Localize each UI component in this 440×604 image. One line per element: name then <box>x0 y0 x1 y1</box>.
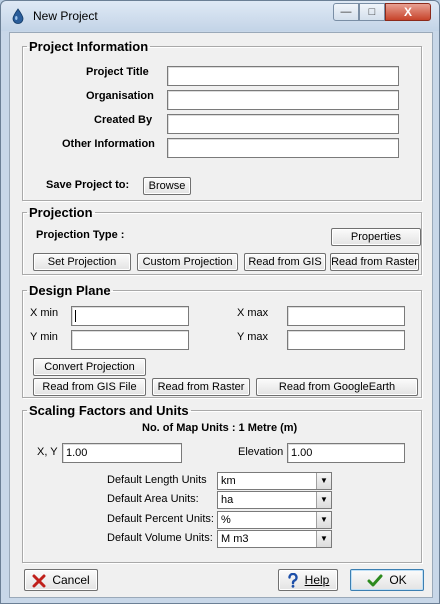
length-units-value: km <box>221 475 236 487</box>
window-title: New Project <box>33 9 98 23</box>
read-from-raster-button[interactable]: Read from Raster <box>330 253 419 271</box>
volume-units-label: Default Volume Units: <box>107 532 213 544</box>
project-title-input[interactable] <box>167 66 399 86</box>
cancel-button[interactable]: Cancel <box>24 569 98 591</box>
close-button[interactable]: X <box>385 3 431 21</box>
water-drop-icon <box>12 8 24 24</box>
read-googleearth-button[interactable]: Read from GoogleEarth <box>256 378 418 396</box>
save-project-label: Save Project to: <box>46 179 130 191</box>
elevation-label: Elevation <box>238 446 284 458</box>
chevron-down-icon[interactable]: ▼ <box>316 473 331 489</box>
other-information-label: Other Information <box>62 138 155 150</box>
created-by-input[interactable] <box>167 114 399 134</box>
read-from-gis-button[interactable]: Read from GIS <box>244 253 326 271</box>
area-units-select[interactable]: ha ▼ <box>217 491 332 509</box>
maximize-button[interactable]: □ <box>359 3 385 21</box>
scaling-factors-title: Scaling Factors and Units <box>29 403 189 418</box>
other-information-input[interactable] <box>167 138 399 158</box>
title-bar[interactable]: New Project — □ X <box>1 1 439 31</box>
xmin-input[interactable] <box>71 306 189 326</box>
green-check-icon <box>367 574 383 587</box>
projection-title: Projection <box>29 205 93 220</box>
percent-units-value: % <box>221 514 231 526</box>
xmax-label: X max <box>237 307 269 319</box>
map-units-text: No. of Map Units : 1 Metre (m) <box>142 422 298 434</box>
properties-button[interactable]: Properties <box>331 228 421 246</box>
ymin-label: Y min <box>30 331 58 343</box>
elevation-scale-input[interactable]: 1.00 <box>287 443 405 463</box>
chevron-down-icon[interactable]: ▼ <box>316 531 331 547</box>
area-units-label: Default Area Units: <box>107 493 199 505</box>
dialog-client-area: Project Information Project Title Organi… <box>9 32 433 598</box>
ymin-input[interactable] <box>71 330 189 350</box>
read-gis-file-button[interactable]: Read from GIS File <box>33 378 146 396</box>
help-label: Help <box>304 573 330 587</box>
length-units-select[interactable]: km ▼ <box>217 472 332 490</box>
project-information-title: Project Information <box>29 39 149 54</box>
ok-button[interactable]: OK <box>350 569 424 591</box>
volume-units-value: M m3 <box>221 533 249 545</box>
red-x-icon <box>32 574 46 588</box>
area-units-value: ha <box>221 494 234 506</box>
xy-scale-input[interactable]: 1.00 <box>62 443 182 463</box>
organisation-label: Organisation <box>86 90 154 102</box>
chevron-down-icon[interactable]: ▼ <box>316 512 331 528</box>
text-caret <box>75 310 76 323</box>
chevron-down-icon[interactable]: ▼ <box>316 492 331 508</box>
cancel-label: Cancel <box>52 573 90 587</box>
question-mark-icon <box>287 573 298 589</box>
organisation-input[interactable] <box>167 90 399 110</box>
custom-projection-button[interactable]: Custom Projection <box>137 253 238 271</box>
read-raster-button[interactable]: Read from Raster <box>152 378 250 396</box>
length-units-label: Default Length Units <box>107 474 207 486</box>
created-by-label: Created By <box>94 114 153 126</box>
percent-units-select[interactable]: % ▼ <box>217 511 332 529</box>
volume-units-select[interactable]: M m3 ▼ <box>217 530 332 548</box>
projection-type-label: Projection Type : <box>36 229 125 241</box>
ymax-label: Y max <box>237 331 268 343</box>
percent-units-label: Default Percent Units: <box>107 513 214 525</box>
xy-label: X, Y <box>37 446 58 458</box>
ymax-input[interactable] <box>287 330 405 350</box>
xmax-input[interactable] <box>287 306 405 326</box>
minimize-button[interactable]: — <box>333 3 359 21</box>
design-plane-title: Design Plane <box>29 283 111 298</box>
xmin-label: X min <box>30 307 59 319</box>
set-projection-button[interactable]: Set Projection <box>33 253 131 271</box>
ok-label: OK <box>389 573 407 587</box>
project-title-label: Project Title <box>86 66 149 78</box>
convert-projection-button[interactable]: Convert Projection <box>33 358 146 376</box>
browse-button[interactable]: Browse <box>143 177 191 195</box>
new-project-window: New Project — □ X Project Information Pr… <box>0 0 440 604</box>
help-button[interactable]: Help <box>278 569 338 591</box>
